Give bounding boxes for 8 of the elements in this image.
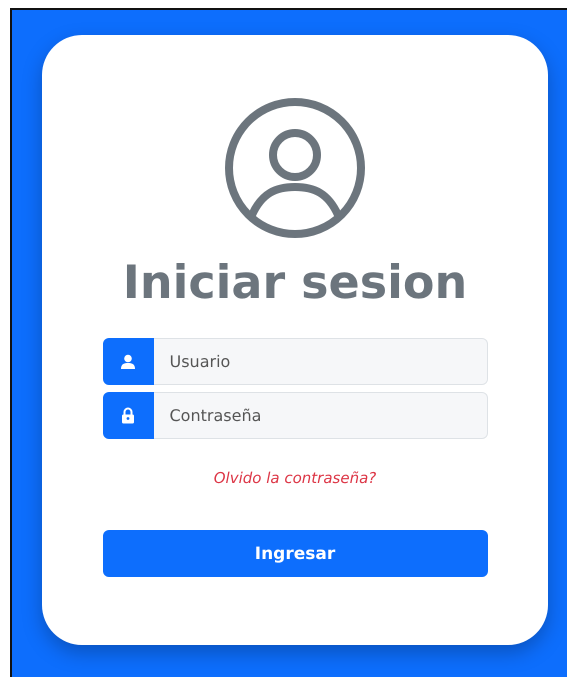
- login-title: Iniciar sesion: [122, 255, 468, 310]
- user-avatar-icon: [224, 97, 366, 239]
- person-icon: [120, 354, 136, 370]
- username-field[interactable]: Usuario: [154, 338, 488, 386]
- password-field[interactable]: Contraseña: [154, 392, 488, 440]
- forgot-password-link[interactable]: Olvido la contraseña?: [214, 469, 376, 488]
- lock-icon: [121, 407, 135, 424]
- submit-button[interactable]: Ingresar: [102, 530, 488, 578]
